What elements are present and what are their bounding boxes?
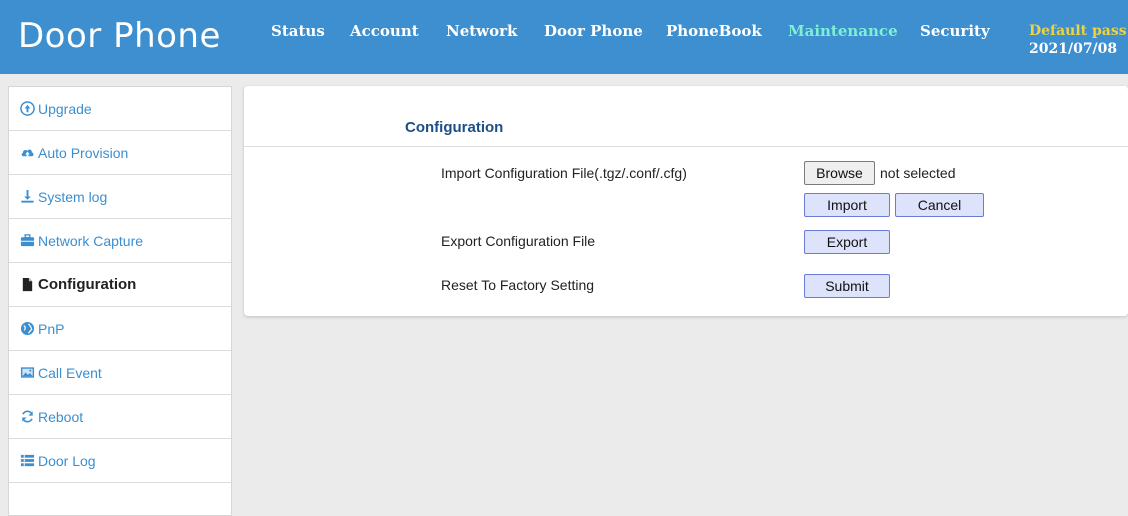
nav-security[interactable]: Security xyxy=(920,22,990,40)
download-icon xyxy=(19,189,35,205)
file-selection-status: not selected xyxy=(880,165,956,181)
sidebar-item-label: Network Capture xyxy=(38,232,144,249)
system-date: 2021/07/08 xyxy=(1029,41,1118,57)
picture-icon xyxy=(19,365,35,381)
divider xyxy=(244,146,1128,147)
briefcase-icon xyxy=(19,233,35,249)
file-icon xyxy=(19,277,35,293)
sidebar-item-label: Auto Provision xyxy=(38,144,129,161)
refresh-icon xyxy=(19,409,35,425)
sidebar-item-auto-provision[interactable]: Auto Provision xyxy=(9,131,231,175)
nav-door-phone[interactable]: Door Phone xyxy=(544,22,643,40)
arrow-up-circle-icon xyxy=(19,101,35,117)
sidebar-item-label: Call Event xyxy=(38,364,102,381)
nav-phonebook[interactable]: PhoneBook xyxy=(666,22,762,40)
sidebar-item-label: PnP xyxy=(38,320,65,337)
sidebar-item-pnp[interactable]: PnP xyxy=(9,307,231,351)
nav-network[interactable]: Network xyxy=(446,22,517,40)
globe-icon xyxy=(19,321,35,337)
import-button[interactable]: Import xyxy=(804,193,890,217)
sidebar-menu: Upgrade Auto Provision System log Networ… xyxy=(8,86,232,516)
sidebar-item-call-event[interactable]: Call Event xyxy=(9,351,231,395)
sidebar-item-reboot[interactable]: Reboot xyxy=(9,395,231,439)
sidebar-item-label: Upgrade xyxy=(38,100,92,117)
cancel-button[interactable]: Cancel xyxy=(895,193,984,217)
configuration-panel: Configuration Import Configuration File(… xyxy=(244,86,1128,316)
cloud-upload-icon xyxy=(19,145,35,161)
sidebar-item-door-log[interactable]: Door Log xyxy=(9,439,231,483)
export-button[interactable]: Export xyxy=(804,230,890,254)
sidebar-item-configuration[interactable]: Configuration xyxy=(9,263,231,307)
sidebar-item-label: System log xyxy=(38,188,108,205)
nav-maintenance[interactable]: Maintenance xyxy=(788,22,898,40)
reset-factory-label: Reset To Factory Setting xyxy=(441,277,595,293)
import-config-label: Import Configuration File(.tgz/.conf/.cf… xyxy=(441,165,687,181)
sidebar-item-label: Reboot xyxy=(38,408,84,425)
export-config-label: Export Configuration File xyxy=(441,233,596,249)
sidebar-item-upgrade[interactable]: Upgrade xyxy=(9,87,231,131)
nav-account[interactable]: Account xyxy=(350,22,419,40)
top-header: Door Phone Status Account Network Door P… xyxy=(0,0,1128,74)
password-notice: Default pass 2021/07/08 xyxy=(1029,22,1127,58)
list-icon xyxy=(19,453,35,469)
sidebar-item-system-log[interactable]: System log xyxy=(9,175,231,219)
submit-button[interactable]: Submit xyxy=(804,274,890,298)
page-title: Configuration xyxy=(405,119,504,136)
sidebar-item-label: Door Log xyxy=(38,452,96,469)
browse-button[interactable]: Browse xyxy=(804,161,875,185)
nav-status[interactable]: Status xyxy=(271,22,325,40)
sidebar-item-network-capture[interactable]: Network Capture xyxy=(9,219,231,263)
default-password-warning[interactable]: Default pass xyxy=(1029,22,1127,40)
sidebar-item-label: Configuration xyxy=(38,276,137,293)
brand-title: Door Phone xyxy=(18,16,221,56)
